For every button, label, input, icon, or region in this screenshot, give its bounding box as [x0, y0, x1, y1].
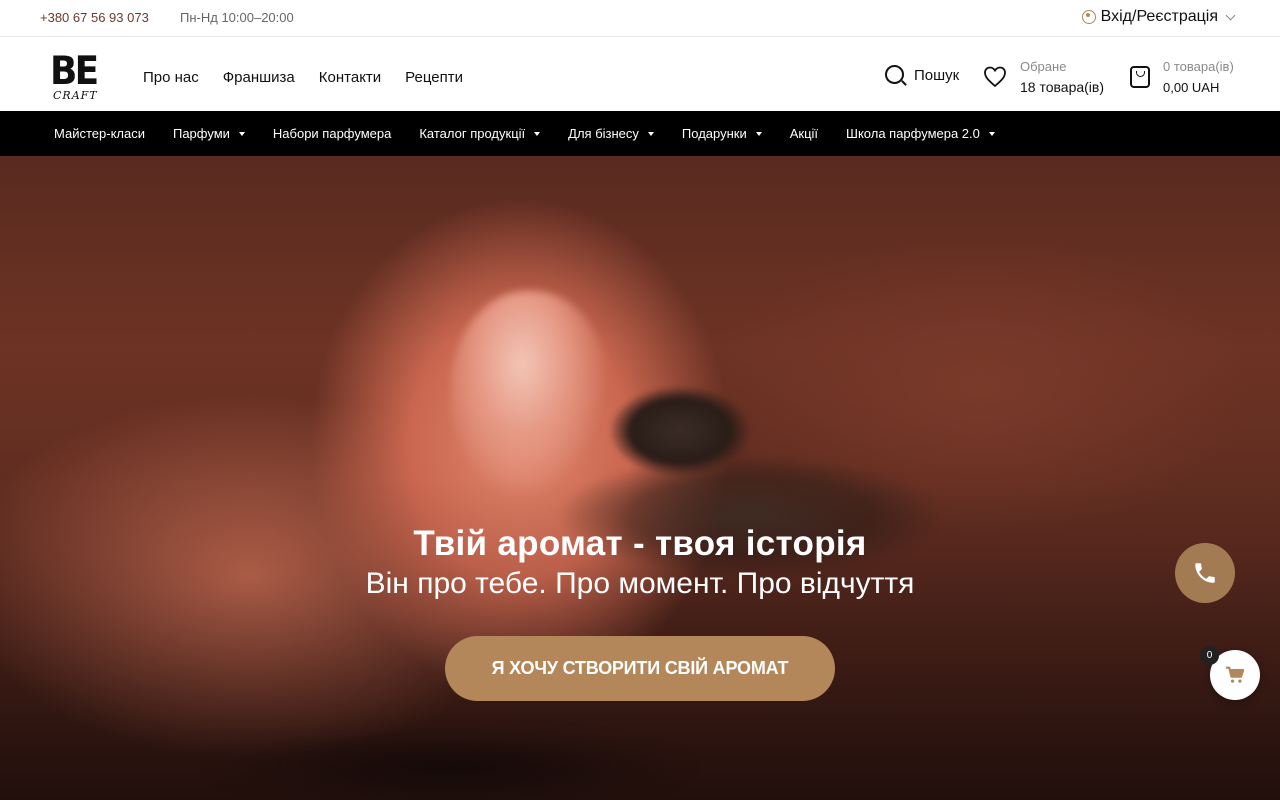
catnav-label: Школа парфумера 2.0 — [846, 126, 980, 141]
chevron-down-icon — [1225, 10, 1236, 20]
caret-down-icon — [755, 131, 762, 136]
top-bar: +380 67 56 93 073 Пн-Нд 10:00–20:00 Вхід… — [0, 0, 1280, 37]
create-aroma-button[interactable]: Я ХОЧУ СТВОРИТИ СВІЙ АРОМАТ — [445, 636, 835, 701]
favorites-label: Обране — [1020, 59, 1067, 74]
cart-badge: 0 — [1200, 646, 1219, 665]
logo-be: BE — [50, 49, 99, 94]
main-header: BE CRAFT Про нас Франшиза Контакти Рецеп… — [0, 38, 1280, 111]
catnav-perfumer-school[interactable]: Школа парфумера 2.0 — [846, 126, 995, 141]
cart-button[interactable]: 0 товара(ів) 0,00 UAH — [1130, 59, 1234, 95]
caret-down-icon — [534, 131, 541, 136]
catnav-label: Набори парфумера — [272, 126, 392, 141]
catnav-perfumer-sets[interactable]: Набори парфумера — [273, 126, 391, 141]
nav-contacts[interactable]: Контакти — [319, 69, 381, 86]
catnav-label: Парфуми — [172, 126, 230, 141]
working-hours: Пн-Нд 10:00–20:00 — [180, 10, 294, 25]
cart-count: 0 товара(ів) — [1163, 59, 1234, 74]
phone-icon — [1195, 563, 1215, 583]
user-icon — [1081, 10, 1096, 24]
favorites-button[interactable]: Обране 18 товара(ів) — [983, 59, 1104, 95]
nav-recipes[interactable]: Рецепти — [405, 69, 463, 86]
catnav-label: Подарунки — [681, 126, 747, 141]
catnav-label: Майстер-класи — [54, 126, 145, 141]
search-button[interactable]: Пошук — [885, 65, 960, 84]
hero-title: Твій аромат - твоя історія — [413, 524, 867, 563]
catnav-perfumes[interactable]: Парфуми — [173, 126, 245, 141]
logo[interactable]: BE CRAFT — [50, 49, 99, 105]
caret-down-icon — [647, 131, 654, 136]
main-nav: Про нас Франшиза Контакти Рецепти — [143, 69, 463, 86]
shopping-bag-icon — [1130, 66, 1150, 88]
hero-banner: Твій аромат - твоя історія Він про тебе.… — [0, 156, 1280, 800]
login-register-button[interactable]: Вхід/Реєстрація — [1081, 8, 1236, 26]
hero-subtitle: Він про тебе. Про момент. Про відчуття — [365, 567, 915, 600]
phone-link[interactable]: +380 67 56 93 073 — [40, 10, 149, 25]
catnav-catalog[interactable]: Каталог продукції — [419, 126, 541, 141]
nav-franchise[interactable]: Франшиза — [223, 69, 295, 86]
category-nav: Майстер-класи Парфуми Набори парфумера К… — [0, 111, 1280, 156]
cart-total: 0,00 UAH — [1163, 80, 1220, 95]
search-label: Пошук — [914, 67, 960, 84]
login-label: Вхід/Реєстрація — [1100, 8, 1218, 25]
caret-down-icon — [988, 131, 995, 136]
catnav-master-classes[interactable]: Майстер-класи — [54, 126, 145, 141]
catnav-business[interactable]: Для бізнесу — [568, 126, 654, 141]
caret-down-icon — [238, 131, 245, 136]
nav-about[interactable]: Про нас — [143, 69, 199, 86]
call-button[interactable] — [1175, 543, 1235, 603]
catnav-label: Для бізнесу — [568, 126, 639, 141]
catnav-gifts[interactable]: Подарунки — [682, 126, 762, 141]
search-icon — [885, 65, 904, 84]
catnav-label: Каталог продукції — [419, 126, 526, 141]
heart-icon — [984, 66, 1006, 88]
catnav-promotions[interactable]: Акції — [790, 126, 818, 141]
catnav-label: Акції — [789, 126, 819, 141]
favorites-count: 18 товара(ів) — [1020, 79, 1105, 95]
hero-overlay — [0, 156, 1280, 800]
cart-icon — [1226, 666, 1245, 683]
